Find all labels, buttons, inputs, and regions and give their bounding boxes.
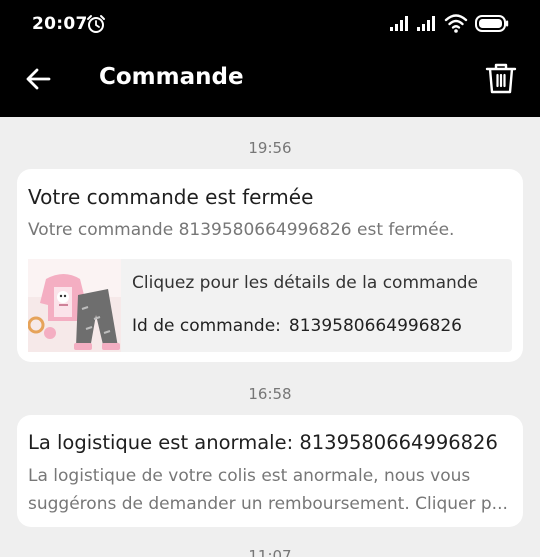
message-timestamp: 16:58	[248, 385, 292, 403]
alarm-icon	[87, 15, 105, 33]
message-body-line: La logistique de votre colis est anormal…	[28, 466, 471, 486]
message-body: Votre commande 8139580664996826 est ferm…	[28, 220, 455, 240]
order-details-link-text: Cliquez pour les détails de la commande	[132, 273, 479, 293]
wifi-icon	[444, 14, 468, 33]
trash-icon[interactable]	[484, 61, 518, 95]
signal-icon	[390, 16, 408, 31]
message-body-line: suggérons de demander un remboursement. …	[28, 494, 508, 514]
order-id-label: Id de commande:	[132, 316, 281, 336]
product-thumbnail	[28, 259, 121, 352]
signal-icon	[417, 16, 435, 31]
message-title: Votre commande est fermée	[28, 185, 314, 209]
message-timestamp: 11:07	[248, 547, 292, 557]
arrow-left-icon[interactable]	[24, 65, 52, 93]
message-title: La logistique est anormale: 813958066499…	[28, 431, 498, 454]
message-body: La logistique de votre colis est anormal…	[28, 462, 512, 518]
message-card-order-closed[interactable]: Votre commande est fermée Votre commande…	[17, 169, 523, 362]
order-id: Id de commande: 8139580664996826	[132, 316, 462, 336]
top-bar: 20:07 Commande	[0, 0, 540, 117]
battery-icon	[475, 15, 509, 32]
status-bar: 20:07	[0, 0, 540, 48]
message-card-logistics[interactable]: La logistique est anormale: 813958066499…	[17, 415, 523, 527]
status-time: 20:07	[32, 14, 88, 34]
message-timestamp: 19:56	[248, 139, 292, 157]
order-id-value: 8139580664996826	[288, 316, 462, 336]
order-details-link[interactable]: Cliquez pour les détails de la commande …	[28, 259, 512, 352]
page-title: Commande	[99, 64, 244, 90]
